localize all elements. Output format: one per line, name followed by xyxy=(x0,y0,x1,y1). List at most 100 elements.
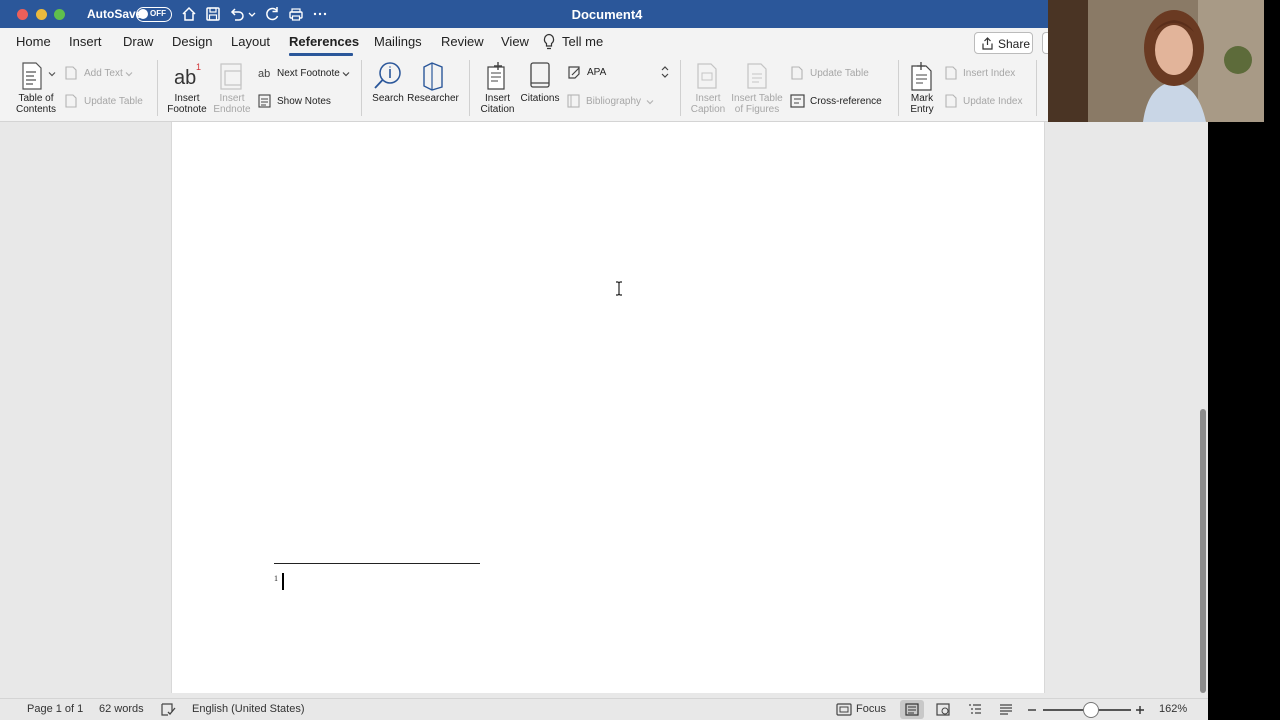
tab-mailings[interactable]: Mailings xyxy=(374,34,422,49)
autosave-state: OFF xyxy=(150,9,166,18)
zoom-window-button[interactable] xyxy=(54,9,65,20)
search-button[interactable]: Search xyxy=(368,93,408,104)
style-stepper-icon[interactable] xyxy=(661,65,669,79)
svg-text:ab: ab xyxy=(174,67,196,89)
document-page[interactable]: 1 xyxy=(171,122,1045,693)
citations-button[interactable]: Citations xyxy=(518,93,562,104)
ribbon-separator xyxy=(157,60,158,116)
search-icon[interactable] xyxy=(373,61,403,91)
bibliography-icon xyxy=(567,94,580,108)
tab-layout[interactable]: Layout xyxy=(231,34,270,49)
add-text-button[interactable]: Add Text xyxy=(84,68,123,79)
citations-icon[interactable] xyxy=(528,62,552,90)
toggle-knob xyxy=(138,9,148,19)
title-bar: AutoSave OFF Document4 xyxy=(0,0,1048,28)
zoom-in-icon[interactable] xyxy=(1134,702,1146,717)
footnote-number: 1 xyxy=(274,574,278,583)
tab-references[interactable]: References xyxy=(289,34,359,49)
tell-me-search[interactable]: Tell me xyxy=(562,34,603,49)
insert-endnote-button[interactable]: Insert Endnote xyxy=(211,93,253,115)
show-notes-button[interactable]: Show Notes xyxy=(277,96,331,107)
home-icon[interactable] xyxy=(180,5,198,23)
next-footnote-dropdown-icon[interactable] xyxy=(342,70,350,78)
insert-table-of-figures-button[interactable]: Insert Table of Figures xyxy=(728,93,786,115)
citation-style-value: APA xyxy=(587,67,607,78)
zoom-level[interactable]: 162% xyxy=(1159,703,1187,715)
status-bar: Page 1 of 1 62 words English (United Sta… xyxy=(0,698,1208,720)
insert-citation-button[interactable]: Insert Citation xyxy=(475,93,520,115)
lightbulb-icon xyxy=(543,33,555,50)
tab-draw[interactable]: Draw xyxy=(123,34,153,49)
zoom-slider-knob[interactable] xyxy=(1083,702,1100,718)
print-layout-icon[interactable] xyxy=(904,702,920,717)
ribbon-separator xyxy=(898,60,899,116)
mark-entry-icon[interactable] xyxy=(909,61,935,91)
video-letterbox xyxy=(1208,122,1280,720)
draft-view-icon[interactable] xyxy=(998,702,1014,717)
undo-dropdown-icon[interactable] xyxy=(246,5,258,23)
ribbon-separator xyxy=(469,60,470,116)
minimize-window-button[interactable] xyxy=(36,9,47,20)
tab-design[interactable]: Design xyxy=(172,34,212,49)
insert-table-of-figures-icon xyxy=(747,63,767,89)
insert-footnote-button[interactable]: Insert Footnote xyxy=(166,93,208,115)
insert-caption-icon xyxy=(697,63,717,89)
citation-style-select[interactable]: APA xyxy=(567,64,671,82)
cross-reference-button[interactable]: Cross-reference xyxy=(810,96,882,107)
presenter-video-image xyxy=(1048,0,1264,122)
next-footnote-button[interactable]: Next Footnote xyxy=(277,68,340,79)
ribbon-separator xyxy=(1036,60,1037,116)
toc-dropdown-icon[interactable] xyxy=(48,70,56,78)
more-options-icon[interactable] xyxy=(311,5,329,23)
zoom-out-icon[interactable] xyxy=(1026,702,1038,717)
tab-view[interactable]: View xyxy=(501,34,529,49)
cross-reference-icon xyxy=(790,94,805,108)
update-table-figures-icon xyxy=(791,66,803,80)
insert-citation-icon[interactable] xyxy=(484,61,510,91)
share-icon xyxy=(982,37,993,50)
word-count[interactable]: 62 words xyxy=(99,703,144,715)
tab-home[interactable]: Home xyxy=(16,34,51,49)
insert-caption-button[interactable]: Insert Caption xyxy=(686,93,730,115)
close-window-button[interactable] xyxy=(17,9,28,20)
page-count[interactable]: Page 1 of 1 xyxy=(27,703,83,715)
footnote-separator xyxy=(274,563,480,564)
tab-insert[interactable]: Insert xyxy=(69,34,102,49)
next-footnote-icon: ab xyxy=(258,68,270,80)
researcher-icon[interactable] xyxy=(421,61,445,91)
update-table-button[interactable]: Update Table xyxy=(84,96,143,107)
tab-review[interactable]: Review xyxy=(441,34,484,49)
table-of-contents-button[interactable]: Table of Contents xyxy=(12,93,60,115)
update-table-figures-button[interactable]: Update Table xyxy=(810,68,869,79)
text-cursor-ibeam-icon xyxy=(616,281,622,296)
scrollbar-thumb[interactable] xyxy=(1200,409,1206,693)
redo-icon[interactable] xyxy=(263,5,281,23)
print-icon[interactable] xyxy=(287,5,305,23)
bibliography-dropdown-icon xyxy=(646,100,654,105)
proofing-icon[interactable] xyxy=(160,702,176,717)
save-icon[interactable] xyxy=(204,5,222,23)
text-insertion-caret xyxy=(282,573,284,590)
focus-icon[interactable] xyxy=(836,702,852,717)
bibliography-button[interactable]: Bibliography xyxy=(586,96,641,107)
style-pen-icon xyxy=(568,66,580,79)
insert-footnote-icon[interactable]: ab 1 xyxy=(174,62,204,90)
share-label: Share xyxy=(998,37,1031,51)
undo-icon[interactable] xyxy=(228,5,246,23)
outline-view-icon[interactable] xyxy=(967,702,983,717)
insert-endnote-icon xyxy=(220,63,242,90)
insert-index-icon xyxy=(945,66,957,80)
vertical-scrollbar[interactable] xyxy=(1198,122,1208,698)
researcher-button[interactable]: Researcher xyxy=(405,93,461,104)
svg-text:1: 1 xyxy=(196,62,201,72)
web-layout-icon[interactable] xyxy=(935,702,951,717)
language-indicator[interactable]: English (United States) xyxy=(192,703,305,715)
ribbon-separator xyxy=(680,60,681,116)
share-button[interactable]: Share xyxy=(974,32,1033,54)
focus-button[interactable]: Focus xyxy=(856,703,886,715)
autosave-toggle[interactable]: OFF xyxy=(136,7,172,22)
table-of-contents-icon[interactable] xyxy=(21,62,43,90)
mark-entry-button[interactable]: Mark Entry xyxy=(903,93,941,115)
insert-index-button[interactable]: Insert Index xyxy=(963,68,1015,79)
update-index-button[interactable]: Update Index xyxy=(963,96,1023,107)
